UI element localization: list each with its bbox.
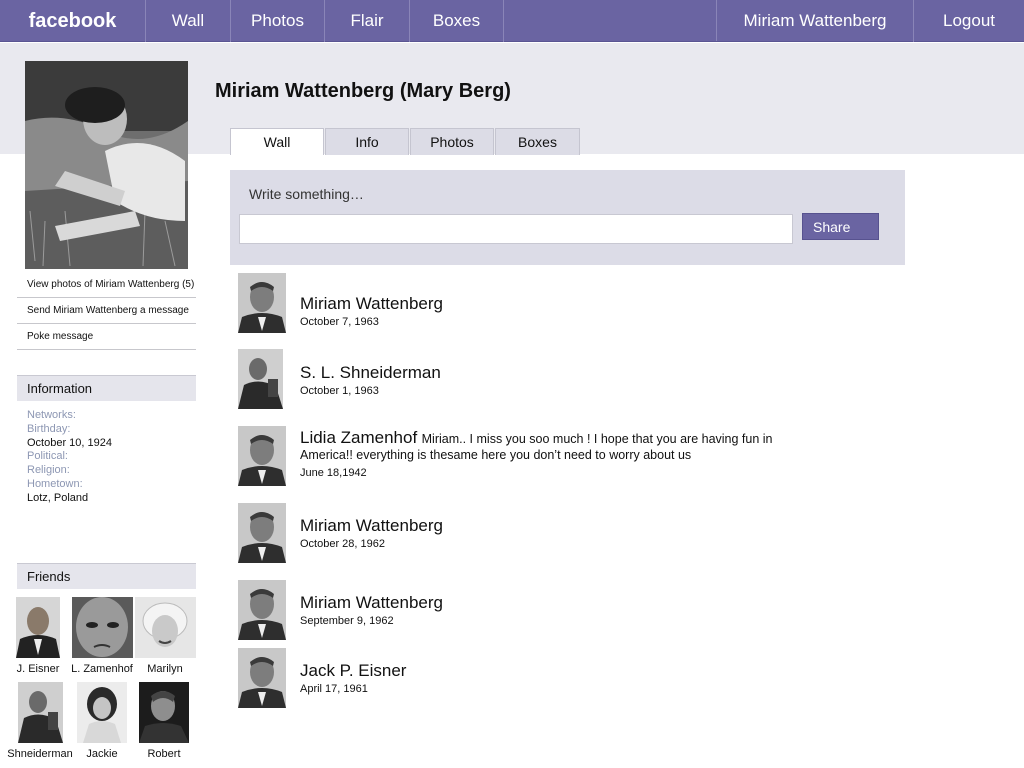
- hometown-value: Lotz, Poland: [27, 491, 89, 504]
- tab-wall[interactable]: Wall: [230, 128, 324, 155]
- post-body: Miriam Wattenberg October 28, 1962: [300, 516, 443, 550]
- information-heading: Information: [17, 375, 196, 401]
- profile-side-links: View photos of Miriam Wattenberg (5) Sen…: [17, 272, 196, 350]
- friend-robert[interactable]: Robert: [134, 682, 194, 760]
- composer-prompt: Write something…: [249, 186, 364, 202]
- friend-name[interactable]: Shneiderman: [4, 748, 76, 760]
- tab-photos[interactable]: Photos: [410, 128, 494, 155]
- post-author[interactable]: Jack P. Eisner: [300, 661, 406, 680]
- wall-post: Lidia Zamenhof Miriam.. I miss you soo m…: [238, 426, 878, 486]
- information-panel: Networks: Birthday: October 10, 1924 Pol…: [27, 409, 112, 506]
- facebook-logo[interactable]: facebook: [0, 0, 146, 42]
- tab-boxes[interactable]: Boxes: [495, 128, 580, 155]
- friend-photo[interactable]: [17, 682, 63, 743]
- post-avatar[interactable]: [238, 503, 286, 563]
- post-body: Miriam Wattenberg October 7, 1963: [300, 294, 443, 328]
- friend-photo[interactable]: [77, 682, 127, 743]
- post-avatar[interactable]: [238, 648, 286, 708]
- friend-jackie[interactable]: Jackie: [74, 682, 130, 760]
- nav-logout[interactable]: Logout: [914, 0, 1024, 42]
- nav-spacer: [504, 0, 717, 41]
- nav-wall[interactable]: Wall: [146, 0, 231, 42]
- profile-photo[interactable]: [25, 61, 188, 269]
- friend-photo[interactable]: [134, 597, 196, 658]
- wall-post: S. L. Shneiderman October 1, 1963: [238, 349, 878, 409]
- post-date[interactable]: October 28, 1962: [300, 538, 443, 550]
- political-label: Political:: [27, 450, 68, 463]
- friend-photo[interactable]: [139, 682, 189, 743]
- post-body: Jack P. Eisner April 17, 1961: [300, 661, 406, 695]
- top-nav-bar: facebook Wall Photos Flair Boxes Miriam …: [0, 0, 1024, 42]
- post-body: Lidia Zamenhof Miriam.. I miss you soo m…: [300, 428, 790, 481]
- networks-label: Networks:: [27, 409, 76, 421]
- wall-post: Miriam Wattenberg September 9, 1962: [238, 580, 878, 640]
- friend-name[interactable]: L. Zamenhof: [66, 663, 138, 675]
- send-message-link[interactable]: Send Miriam Wattenberg a message: [17, 298, 196, 324]
- friend-photo[interactable]: [71, 597, 133, 658]
- post-date[interactable]: October 7, 1963: [300, 316, 443, 328]
- share-button[interactable]: Share: [802, 213, 879, 240]
- post-avatar[interactable]: [238, 349, 283, 409]
- nav-boxes[interactable]: Boxes: [410, 0, 504, 42]
- post-body: S. L. Shneiderman October 1, 1963: [300, 363, 441, 397]
- wall-post: Jack P. Eisner April 17, 1961: [238, 648, 878, 708]
- post-avatar[interactable]: [238, 273, 286, 333]
- birthday-value: October 10, 1924: [27, 436, 113, 449]
- post-date[interactable]: October 1, 1963: [300, 385, 441, 397]
- post-date[interactable]: April 17, 1961: [300, 683, 406, 695]
- birthday-label: Birthday:: [27, 422, 71, 435]
- wall-composer: Write something… Share: [230, 170, 905, 265]
- friend-name[interactable]: Jackie: [74, 748, 130, 760]
- friend-j-eisner[interactable]: J. Eisner: [14, 597, 62, 675]
- friends-heading: Friends: [17, 563, 196, 589]
- nav-photos[interactable]: Photos: [231, 0, 325, 42]
- wall-post: Miriam Wattenberg October 28, 1962: [238, 503, 878, 563]
- friend-name[interactable]: J. Eisner: [14, 663, 62, 675]
- friend-name[interactable]: Robert: [134, 748, 194, 760]
- post-author[interactable]: Miriam Wattenberg: [300, 294, 443, 313]
- post-author[interactable]: S. L. Shneiderman: [300, 363, 441, 382]
- friend-marilyn[interactable]: Marilyn: [134, 597, 196, 675]
- religion-label: Religion:: [27, 464, 70, 477]
- post-date[interactable]: June 18,1942: [300, 465, 790, 481]
- friend-shneiderman[interactable]: Shneiderman: [4, 682, 76, 760]
- profile-title: Miriam Wattenberg (Mary Berg): [215, 80, 511, 102]
- friend-l-zamenhof[interactable]: L. Zamenhof: [66, 597, 138, 675]
- post-date[interactable]: September 9, 1962: [300, 615, 443, 627]
- wall-post: Miriam Wattenberg October 7, 1963: [238, 273, 878, 333]
- hometown-label: Hometown:: [27, 477, 83, 490]
- post-avatar[interactable]: [238, 580, 286, 640]
- poke-message-link[interactable]: Poke message: [17, 324, 196, 350]
- profile-tabs: Wall Info Photos Boxes: [230, 128, 581, 155]
- post-author[interactable]: Lidia Zamenhof: [300, 428, 417, 447]
- post-author[interactable]: Miriam Wattenberg: [300, 593, 443, 612]
- nav-user-name[interactable]: Miriam Wattenberg: [717, 0, 914, 42]
- view-photos-link[interactable]: View photos of Miriam Wattenberg (5): [17, 272, 196, 298]
- post-body: Miriam Wattenberg September 9, 1962: [300, 593, 443, 627]
- friend-name[interactable]: Marilyn: [134, 663, 196, 675]
- post-author[interactable]: Miriam Wattenberg: [300, 516, 443, 535]
- friend-photo[interactable]: [16, 597, 60, 658]
- post-avatar[interactable]: [238, 426, 286, 486]
- tab-info[interactable]: Info: [325, 128, 409, 155]
- nav-flair[interactable]: Flair: [325, 0, 410, 42]
- composer-input[interactable]: [239, 214, 793, 244]
